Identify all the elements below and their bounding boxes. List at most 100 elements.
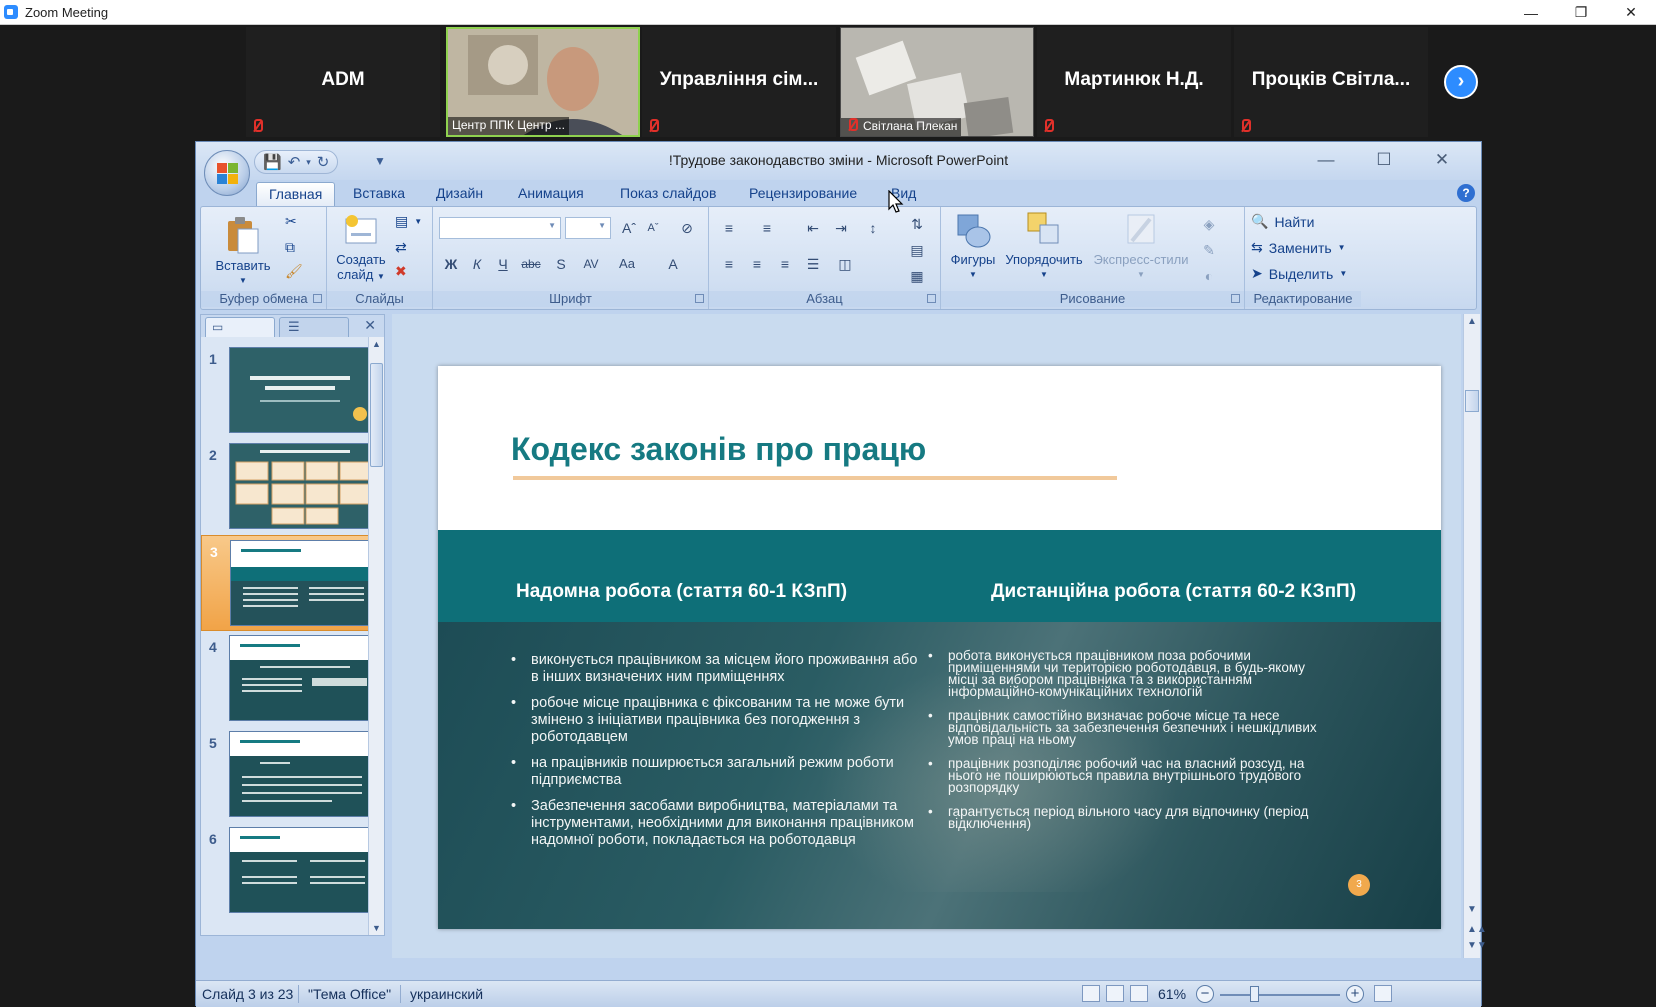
change-case-icon[interactable]: Aa bbox=[615, 253, 639, 275]
arrange-button[interactable]: Упорядочить ▼ bbox=[999, 211, 1089, 282]
replace-button[interactable]: ⇆ Заменить ▼ bbox=[1251, 239, 1346, 256]
grow-font-icon[interactable]: Aˆ bbox=[617, 217, 641, 239]
slide-thumbnail[interactable]: 2 bbox=[201, 439, 377, 535]
shape-fill-icon[interactable]: ◈ bbox=[1197, 213, 1221, 235]
columns-icon[interactable]: ◫ bbox=[833, 253, 857, 275]
align-left-icon[interactable]: ≡ bbox=[717, 253, 741, 275]
slide-thumbnail[interactable]: 1 bbox=[201, 343, 377, 439]
normal-view-icon[interactable] bbox=[1082, 985, 1100, 1002]
line-spacing-icon[interactable]: ↕ bbox=[861, 217, 885, 239]
layout-icon[interactable]: ▤ ▼ bbox=[395, 213, 422, 230]
clear-format-icon[interactable]: ⊘ bbox=[675, 217, 699, 239]
reset-slide-icon[interactable]: ⇄ bbox=[395, 239, 407, 256]
save-icon[interactable]: 💾 bbox=[263, 153, 282, 171]
dialog-launcher-icon[interactable] bbox=[1231, 294, 1240, 303]
minimize-button[interactable]: — bbox=[1506, 0, 1556, 25]
align-center-icon[interactable]: ≡ bbox=[745, 253, 769, 275]
zoom-in-button[interactable]: + bbox=[1346, 985, 1364, 1003]
close-button[interactable]: ✕ bbox=[1606, 0, 1656, 25]
ppt-minimize-button[interactable]: — bbox=[1297, 146, 1355, 174]
underline-icon[interactable]: Ч bbox=[491, 253, 515, 275]
decrease-indent-icon[interactable]: ⇤ bbox=[801, 217, 825, 239]
shapes-button[interactable]: Фигуры ▼ bbox=[945, 211, 1001, 282]
copy-icon[interactable]: ⧉ bbox=[285, 239, 295, 256]
redo-icon[interactable]: ↻ bbox=[317, 153, 330, 171]
pane-scrollbar-thumb[interactable] bbox=[370, 363, 383, 467]
office-button[interactable] bbox=[204, 150, 250, 196]
shape-effects-icon[interactable]: ◐ bbox=[1197, 265, 1221, 287]
slide-thumbnail[interactable]: 5 bbox=[201, 727, 377, 823]
shrink-font-icon[interactable]: Aˇ bbox=[641, 217, 665, 239]
align-right-icon[interactable]: ≡ bbox=[773, 253, 797, 275]
zoom-out-button[interactable]: − bbox=[1196, 985, 1214, 1003]
help-icon[interactable]: ? bbox=[1457, 184, 1475, 202]
participant-tile-video[interactable]: Центр ППК Центр ... bbox=[446, 27, 640, 137]
numbering-icon[interactable]: ≡ bbox=[755, 217, 779, 239]
tab-insert[interactable]: Вставка bbox=[341, 182, 417, 206]
slide-canvas[interactable]: Кодекс законів про працю Надомна робота … bbox=[438, 366, 1441, 929]
participant-tile-video[interactable]: Світлана Плекан bbox=[840, 27, 1034, 137]
pane-close-icon[interactable]: ✕ bbox=[364, 317, 376, 334]
zoom-level[interactable]: 61% bbox=[1158, 986, 1186, 1002]
font-color-icon[interactable]: A bbox=[661, 253, 685, 275]
italic-icon[interactable]: К bbox=[465, 253, 489, 275]
right-column-heading[interactable]: Дистанційна робота (стаття 60-2 КЗпП) bbox=[991, 581, 1356, 603]
fit-to-window-icon[interactable] bbox=[1374, 985, 1392, 1002]
delete-slide-icon[interactable]: ✖ bbox=[395, 263, 407, 280]
bullets-icon[interactable]: ≡ bbox=[717, 217, 741, 239]
format-painter-icon[interactable]: 🖌 bbox=[285, 263, 303, 280]
select-button[interactable]: ➤ Выделить ▼ bbox=[1251, 265, 1347, 282]
strikethrough-icon[interactable]: abc bbox=[519, 253, 543, 275]
tab-home[interactable]: Главная bbox=[256, 182, 336, 206]
next-slide-icon[interactable]: ▼▼ bbox=[1467, 940, 1487, 951]
right-bullet-list[interactable]: робота виконується працівником поза робо… bbox=[928, 649, 1338, 842]
char-spacing-icon[interactable]: AV bbox=[579, 253, 603, 275]
justify-icon[interactable]: ☰ bbox=[801, 253, 825, 275]
find-button[interactable]: 🔍 Найти bbox=[1251, 213, 1314, 230]
participant-tile[interactable]: Процків Світла... bbox=[1234, 27, 1428, 137]
zoom-slider[interactable] bbox=[1220, 994, 1340, 996]
tab-review[interactable]: Рецензирование bbox=[737, 182, 869, 206]
ppt-close-button[interactable]: ✕ bbox=[1413, 146, 1471, 174]
slide-thumbnail[interactable]: 4 bbox=[201, 631, 377, 727]
language-indicator[interactable]: украинский bbox=[410, 986, 483, 1002]
font-size-select[interactable]: ▼ bbox=[565, 217, 611, 239]
zoom-slider-knob[interactable] bbox=[1250, 986, 1259, 1002]
slide-title[interactable]: Кодекс законів про працю bbox=[511, 431, 926, 468]
increase-indent-icon[interactable]: ⇥ bbox=[829, 217, 853, 239]
shadow-icon[interactable]: S bbox=[549, 253, 573, 275]
slide-scrollbar-thumb[interactable] bbox=[1465, 390, 1479, 412]
bold-icon[interactable]: Ж bbox=[439, 253, 463, 275]
slideshow-view-icon[interactable] bbox=[1130, 985, 1148, 1002]
undo-icon[interactable]: ↶ bbox=[288, 153, 301, 171]
outline-tab-icon[interactable]: ☰ bbox=[279, 317, 349, 337]
text-direction-icon[interactable]: ⇅ bbox=[905, 213, 929, 235]
slide-vertical-scrollbar[interactable]: ▲ ▼ ▲▲ ▼▼ bbox=[1463, 314, 1487, 958]
font-family-select[interactable]: ▼ bbox=[439, 217, 561, 239]
quick-styles-button[interactable]: Экспресс-стили ▼ bbox=[1089, 211, 1193, 282]
tab-slideshow[interactable]: Показ слайдов bbox=[608, 182, 728, 206]
dialog-launcher-icon[interactable] bbox=[313, 294, 322, 303]
smartart-icon[interactable]: ▦ bbox=[905, 265, 929, 287]
participant-tile[interactable]: ADM bbox=[246, 27, 440, 137]
align-text-icon[interactable]: ▤ bbox=[905, 239, 929, 261]
undo-dropdown-icon[interactable]: ▾ bbox=[306, 157, 311, 168]
slide-sorter-view-icon[interactable] bbox=[1106, 985, 1124, 1002]
left-bullet-list[interactable]: виконується працівником за місцем його п… bbox=[511, 652, 921, 858]
gallery-next-page-button[interactable]: › bbox=[1444, 65, 1478, 99]
dialog-launcher-icon[interactable] bbox=[695, 294, 704, 303]
dialog-launcher-icon[interactable] bbox=[927, 294, 936, 303]
ppt-maximize-button[interactable]: ☐ bbox=[1355, 146, 1413, 174]
new-slide-button[interactable]: Создать слайд ▼ bbox=[331, 213, 391, 284]
restore-button[interactable]: ❐ bbox=[1556, 0, 1606, 25]
slide-thumbnail[interactable]: 6 bbox=[201, 823, 377, 919]
tab-animation[interactable]: Анимация bbox=[506, 182, 596, 206]
participant-tile[interactable]: Управління сім... bbox=[642, 27, 836, 137]
shape-outline-icon[interactable]: ✎ bbox=[1197, 239, 1221, 261]
previous-slide-icon[interactable]: ▲▲ bbox=[1467, 924, 1487, 935]
left-column-heading[interactable]: Надомна робота (стаття 60-1 КЗпП) bbox=[516, 581, 847, 603]
pane-scrollbar[interactable]: ▲ ▼ bbox=[368, 337, 384, 935]
paste-button[interactable]: Вставить ▼ bbox=[215, 215, 271, 288]
participant-tile[interactable]: Мартинюк Н.Д. bbox=[1037, 27, 1231, 137]
slides-tab-icon[interactable]: ▭ bbox=[205, 317, 275, 337]
